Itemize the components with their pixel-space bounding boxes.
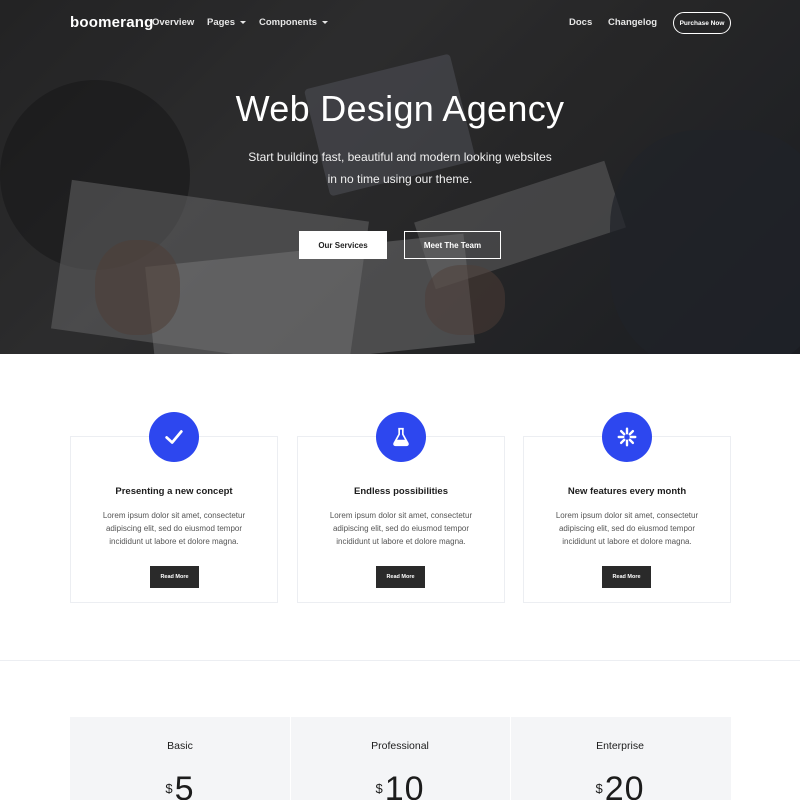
read-more-button[interactable]: Read More [376,566,425,588]
price-amount: 20 [604,770,645,800]
feature-title: New features every month [567,486,687,497]
plan-name-enterprise: Enterprise [596,740,644,752]
our-services-button[interactable]: Our Services [299,231,387,259]
feature-description: Lorem ipsum dolor sit amet, consectetur … [555,511,699,546]
nav-pages[interactable]: Pages [207,17,246,28]
flask-icon [376,412,426,462]
section-divider [0,660,800,661]
hero-subtitle-line: in no time using our theme. [327,172,473,186]
currency-symbol: $ [375,781,383,796]
plan-name-professional: Professional [371,740,429,752]
check-icon [149,412,199,462]
hero-subtitle: Start building fast, beautiful and moder… [230,146,570,190]
price-amount: 10 [384,770,425,800]
meet-the-team-button[interactable]: Meet The Team [404,231,501,259]
caret-down-icon [322,20,329,24]
read-more-button[interactable]: Read More [150,566,199,588]
plan-price-enterprise: $20 [510,770,730,800]
price-amount: 5 [174,770,195,800]
hero-title: Web Design Agency [235,88,565,129]
currency-symbol: $ [165,781,173,796]
nav-changelog[interactable]: Changelog [608,17,657,28]
feature-description: Lorem ipsum dolor sit amet, consectetur … [329,511,473,546]
nav-docs[interactable]: Docs [569,17,592,28]
plan-price-basic: $5 [70,770,290,800]
purchase-now-button[interactable]: Purchase Now [673,12,731,34]
brand-logo[interactable]: boomerang [70,14,153,31]
hero-section: boomerang Overview Pages Components Docs… [0,0,800,354]
currency-symbol: $ [595,781,603,796]
nav-components-label: Components [259,17,318,28]
caret-down-icon [240,20,246,24]
feature-title: Endless possibilities [354,486,448,497]
asterisk-icon [602,412,652,462]
plan-price-professional: $10 [290,770,510,800]
feature-description: Lorem ipsum dolor sit amet, consectetur … [102,511,246,546]
read-more-button[interactable]: Read More [602,566,651,588]
nav-pages-label: Pages [207,17,235,28]
top-navbar: boomerang Overview Pages Components Docs… [0,0,800,48]
plan-name-basic: Basic [167,740,193,752]
nav-overview[interactable]: Overview [152,17,194,28]
nav-components[interactable]: Components [259,17,329,28]
hero-subtitle-line: Start building fast, beautiful and moder… [248,150,552,164]
feature-title: Presenting a new concept [115,486,233,497]
